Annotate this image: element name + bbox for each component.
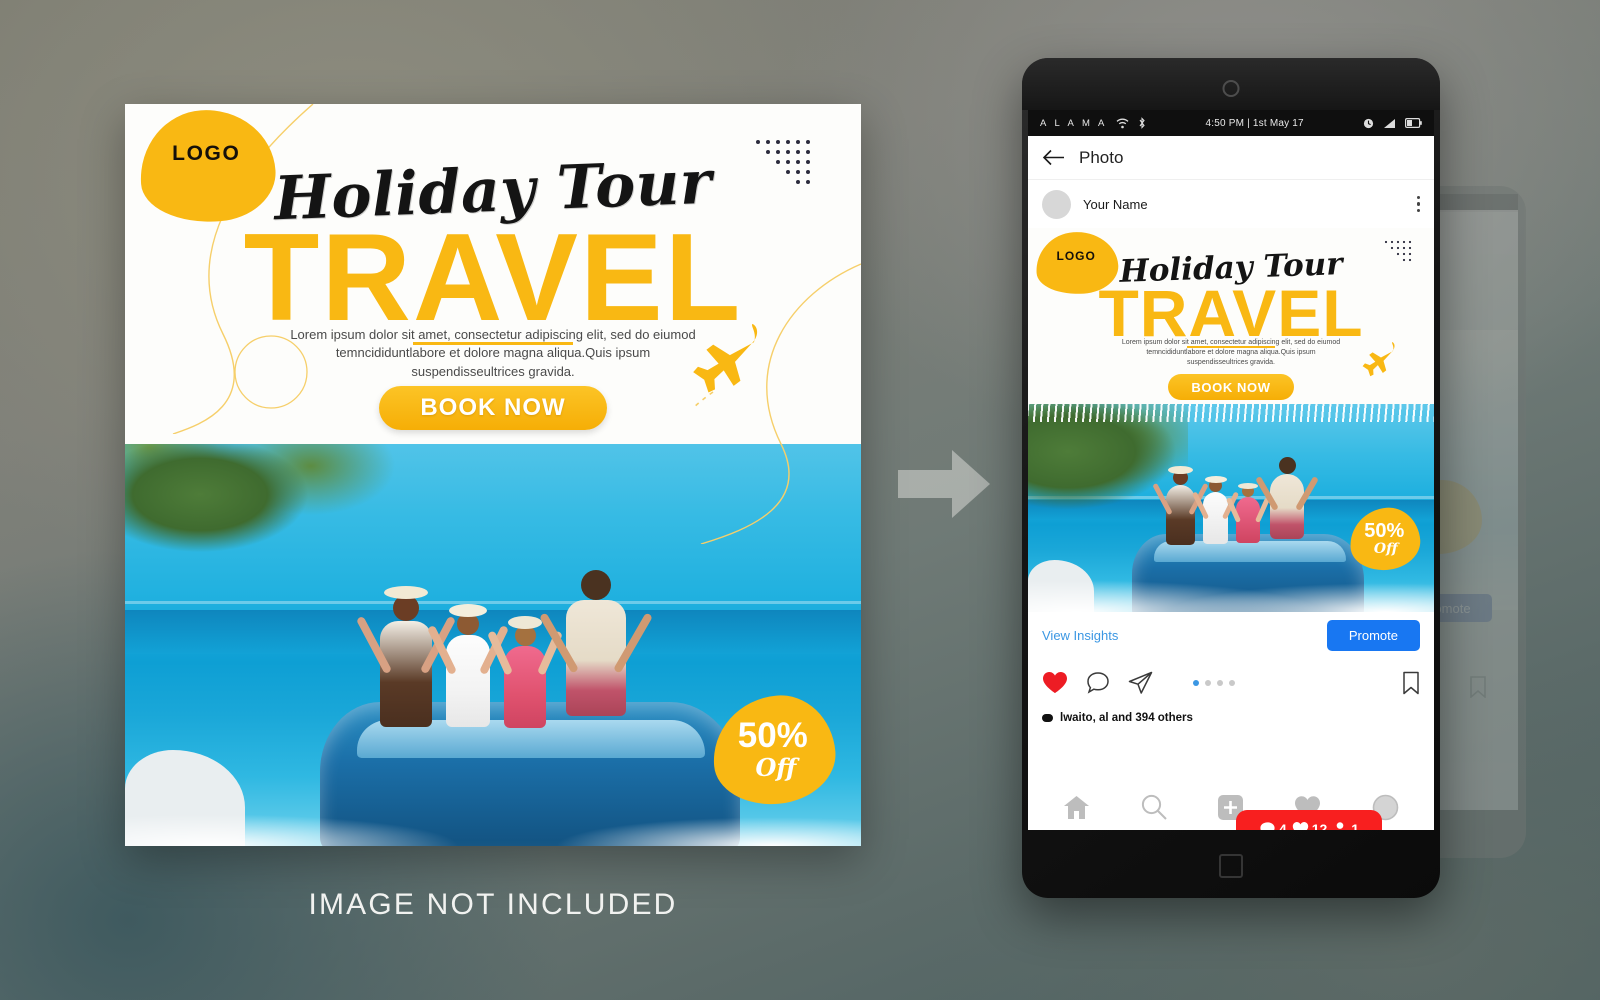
home-tab-icon[interactable]: [1063, 795, 1090, 820]
person-icon: [1336, 822, 1344, 829]
book-now-label: BOOK NOW: [420, 394, 566, 421]
comment-bubble-icon: [1260, 821, 1275, 830]
phone-home-button[interactable]: [1219, 854, 1243, 878]
front-camera-icon: [1222, 80, 1240, 97]
image-not-included-notice: IMAGE NOT INCLUDED: [308, 888, 678, 921]
transition-arrow-icon: [898, 450, 990, 518]
status-right: [1363, 118, 1422, 129]
like-count: 12: [1311, 821, 1328, 830]
person-3: [486, 616, 564, 736]
heart-filled-icon: [1292, 822, 1308, 830]
mini-person-2: [1191, 476, 1240, 550]
pager-dot[interactable]: [1205, 680, 1211, 686]
canvas: 50% Off LOGO Holiday Tour TRAVEL Lorem i…: [0, 0, 1600, 1000]
wifi-icon: [1116, 118, 1129, 128]
bookmark-icon[interactable]: [1402, 671, 1420, 695]
comment-count: 4: [1278, 821, 1287, 830]
airplane-icon: [693, 323, 758, 408]
insights-row: View Insights Promote: [1028, 612, 1434, 658]
mini-splash-bottom: [1028, 578, 1434, 612]
signal-icon: [1384, 118, 1395, 128]
mini-body-text: Lorem ipsum dolor sit amet, consectetur …: [1121, 339, 1341, 366]
mini-logo-label: LOGO: [1056, 249, 1097, 264]
post-author-row: Your Name: [1028, 180, 1434, 228]
mini-family-group: [1152, 448, 1342, 550]
pager-dot[interactable]: [1217, 680, 1223, 686]
more-options-icon[interactable]: [1416, 195, 1420, 213]
post-image: 50% Off LOGO Holiday Tour TRAVEL Lorem i…: [1028, 228, 1434, 612]
search-tab-icon[interactable]: [1141, 794, 1167, 820]
person-2: [427, 604, 509, 736]
mini-person-1: [1152, 466, 1209, 550]
likes-summary-row: lwaito, al and 394 others: [1028, 708, 1434, 724]
person-4: [539, 570, 653, 736]
battery-icon: [1405, 118, 1422, 128]
poster-body-text: Lorem ipsum dolor sit amet, consectetur …: [290, 327, 696, 379]
family-group: [355, 551, 700, 736]
follower-count: 1: [1351, 821, 1360, 830]
carrier-label: A L A M A: [1040, 117, 1108, 129]
comment-count-group: 4: [1259, 821, 1287, 830]
likes-text: lwaito, al and 394 others: [1060, 712, 1193, 724]
avatar[interactable]: [1042, 189, 1071, 219]
post-username: Your Name: [1083, 196, 1148, 212]
app-header: Photo: [1028, 136, 1434, 180]
pager-dot[interactable]: [1229, 680, 1235, 686]
likes-avatars: [1042, 714, 1053, 722]
action-icons: [1042, 671, 1153, 695]
comment-icon[interactable]: [1086, 671, 1110, 695]
poster-header-area: LOGO Holiday Tour TRAVEL Lorem ipsum dol…: [125, 104, 861, 544]
discount-percent: 50%: [737, 716, 808, 756]
back-arrow-icon[interactable]: [1042, 149, 1065, 166]
mini-book-now-label: BOOK NOW: [1191, 379, 1271, 395]
pager-dot-active[interactable]: [1193, 680, 1199, 686]
promote-button[interactable]: Promote: [1326, 619, 1420, 651]
notification-badge: 4 12 1: [1236, 810, 1382, 830]
page-title: Photo: [1079, 147, 1124, 167]
view-insights-link[interactable]: View Insights: [1042, 628, 1118, 643]
carousel-pager: [1193, 680, 1235, 686]
book-now-button[interactable]: BOOK NOW: [379, 386, 607, 430]
mini-airplane-icon: [1362, 341, 1395, 377]
person-1: [355, 586, 457, 736]
bluetooth-icon: [1139, 117, 1146, 129]
ghost-bookmark-icon: [1470, 676, 1486, 698]
poster-mockup: 50% Off LOGO Holiday Tour TRAVEL Lorem i…: [125, 104, 861, 846]
mini-discount-off-label: Off: [1373, 540, 1398, 557]
discount-off-label: Off: [755, 752, 796, 782]
follower-count-group: 1: [1332, 821, 1359, 830]
share-icon[interactable]: [1128, 671, 1153, 695]
mini-photo-area: 50% Off: [1028, 404, 1434, 612]
status-time: 4:50 PM | 1st May 17: [1205, 117, 1304, 129]
post-actions-row: [1028, 658, 1434, 708]
status-bar: A L A M A 4:50 PM | 1st May 17: [1028, 110, 1434, 136]
mini-person-3: [1225, 483, 1271, 550]
like-count-group: 12: [1292, 821, 1328, 830]
clock-icon: [1363, 118, 1374, 128]
mini-discount-percent: 50%: [1364, 520, 1405, 543]
phone-screen: A L A M A 4:50 PM | 1st May 17 Photo You…: [1028, 110, 1434, 830]
logo-label: LOGO: [172, 142, 241, 166]
mini-book-now-button[interactable]: BOOK NOW: [1168, 374, 1294, 400]
phone-mockup: A L A M A 4:50 PM | 1st May 17 Photo You…: [1022, 58, 1440, 898]
mini-person-4: [1255, 457, 1319, 550]
like-heart-icon[interactable]: [1042, 671, 1068, 695]
mini-splash-top: [1028, 404, 1434, 422]
status-left: A L A M A: [1040, 117, 1146, 129]
